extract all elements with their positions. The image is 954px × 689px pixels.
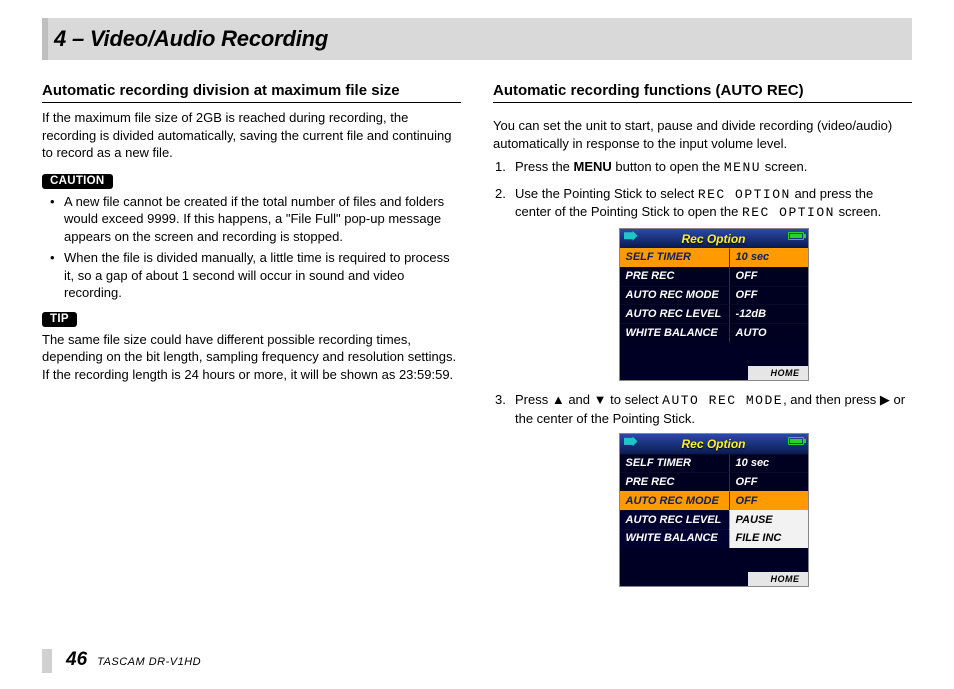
step1-screen-name: MENU <box>724 160 761 175</box>
right-intro: You can set the unit to start, pause and… <box>493 117 912 152</box>
lcd-row-value: OFF <box>729 267 808 286</box>
lcd-row-value: PAUSE <box>729 510 808 529</box>
down-triangle-icon: ▼ <box>594 392 607 407</box>
step2-text-c: screen. <box>835 204 881 219</box>
chapter-header: 4 – Video/Audio Recording <box>42 18 912 60</box>
lcd-row-value: OFF <box>729 491 808 510</box>
step2-screen2: REC OPTION <box>742 205 835 220</box>
step1-text-b: button to open the <box>612 159 724 174</box>
lcd-row-key: WHITE BALANCE <box>620 323 729 342</box>
caution-item: A new file cannot be created if the tota… <box>64 193 461 246</box>
step1-text-a: Press the <box>515 159 574 174</box>
lcd1-titlebar: Rec Option <box>620 229 808 248</box>
step-1: Press the MENU button to open the MENU s… <box>515 158 912 177</box>
lcd1-home-button: HOME <box>748 366 808 380</box>
lcd-row-value: 10 sec <box>729 454 808 473</box>
step3-screen: AUTO REC MODE <box>662 393 783 408</box>
lcd-figure-2: Rec Option SELF TIMER10 secPRE RECOFFAUT… <box>619 433 809 587</box>
step3-a: Press <box>515 392 552 407</box>
lcd-row-key: WHITE BALANCE <box>620 529 729 548</box>
lcd1-title: Rec Option <box>681 232 745 246</box>
battery-icon <box>788 437 804 445</box>
lcd2-home-button: HOME <box>748 572 808 586</box>
step-3: Press ▲ and ▼ to select AUTO REC MODE, a… <box>515 391 912 587</box>
lcd2-title: Rec Option <box>681 437 745 451</box>
step2-screen1: REC OPTION <box>698 187 791 202</box>
caution-label: CAUTION <box>42 174 113 189</box>
product-model: TASCAM DR-V1HD <box>97 656 201 668</box>
section-title-right: Automatic recording functions (AUTO REC) <box>493 82 912 103</box>
lcd-row-key: AUTO REC MODE <box>620 286 729 305</box>
lcd2-titlebar: Rec Option <box>620 434 808 453</box>
lcd-row-key: AUTO REC MODE <box>620 491 729 510</box>
lcd-row-key: SELF TIMER <box>620 454 729 473</box>
camera-icon <box>624 436 638 446</box>
step3-d: , and then press <box>783 392 880 407</box>
caution-list: A new file cannot be created if the tota… <box>42 193 461 302</box>
up-triangle-icon: ▲ <box>552 392 565 407</box>
lcd-row-key: PRE REC <box>620 472 729 491</box>
lcd-figure-1: Rec Option SELF TIMER10 secPRE RECOFFAUT… <box>619 228 809 382</box>
lcd-row-value: OFF <box>729 472 808 491</box>
lcd-row-value: OFF <box>729 286 808 305</box>
lcd-row-key: AUTO REC LEVEL <box>620 510 729 529</box>
page-footer: 46 TASCAM DR-V1HD <box>42 649 201 673</box>
lcd-row-key: AUTO REC LEVEL <box>620 304 729 323</box>
section-title-left: Automatic recording division at maximum … <box>42 82 461 103</box>
left-column: Automatic recording division at maximum … <box>42 82 461 597</box>
tip-label: TIP <box>42 312 77 327</box>
lcd-row-value: AUTO <box>729 323 808 342</box>
caution-item: When the file is divided manually, a lit… <box>64 249 461 302</box>
right-triangle-icon: ▶ <box>880 392 890 407</box>
tip-text: The same file size could have different … <box>42 331 461 384</box>
footer-tab-icon <box>42 649 52 673</box>
lcd-row-key: PRE REC <box>620 267 729 286</box>
step3-b: and <box>565 392 594 407</box>
lcd-row-key: SELF TIMER <box>620 248 729 267</box>
step1-text-c: screen. <box>761 159 807 174</box>
left-intro: If the maximum file size of 2GB is reach… <box>42 109 461 162</box>
step-2: Use the Pointing Stick to select REC OPT… <box>515 185 912 382</box>
camera-icon <box>624 231 638 241</box>
right-column: Automatic recording functions (AUTO REC)… <box>493 82 912 597</box>
lcd-row-value: -12dB <box>729 304 808 323</box>
lcd-row-value: 10 sec <box>729 248 808 267</box>
battery-icon <box>788 232 804 240</box>
chapter-title: 4 – Video/Audio Recording <box>54 26 898 52</box>
step3-c: to select <box>607 392 663 407</box>
step2-text-a: Use the Pointing Stick to select <box>515 186 698 201</box>
page-number: 46 <box>66 649 87 671</box>
lcd-row-value: FILE INC <box>729 529 808 548</box>
step1-menu-bold: MENU <box>574 159 612 174</box>
